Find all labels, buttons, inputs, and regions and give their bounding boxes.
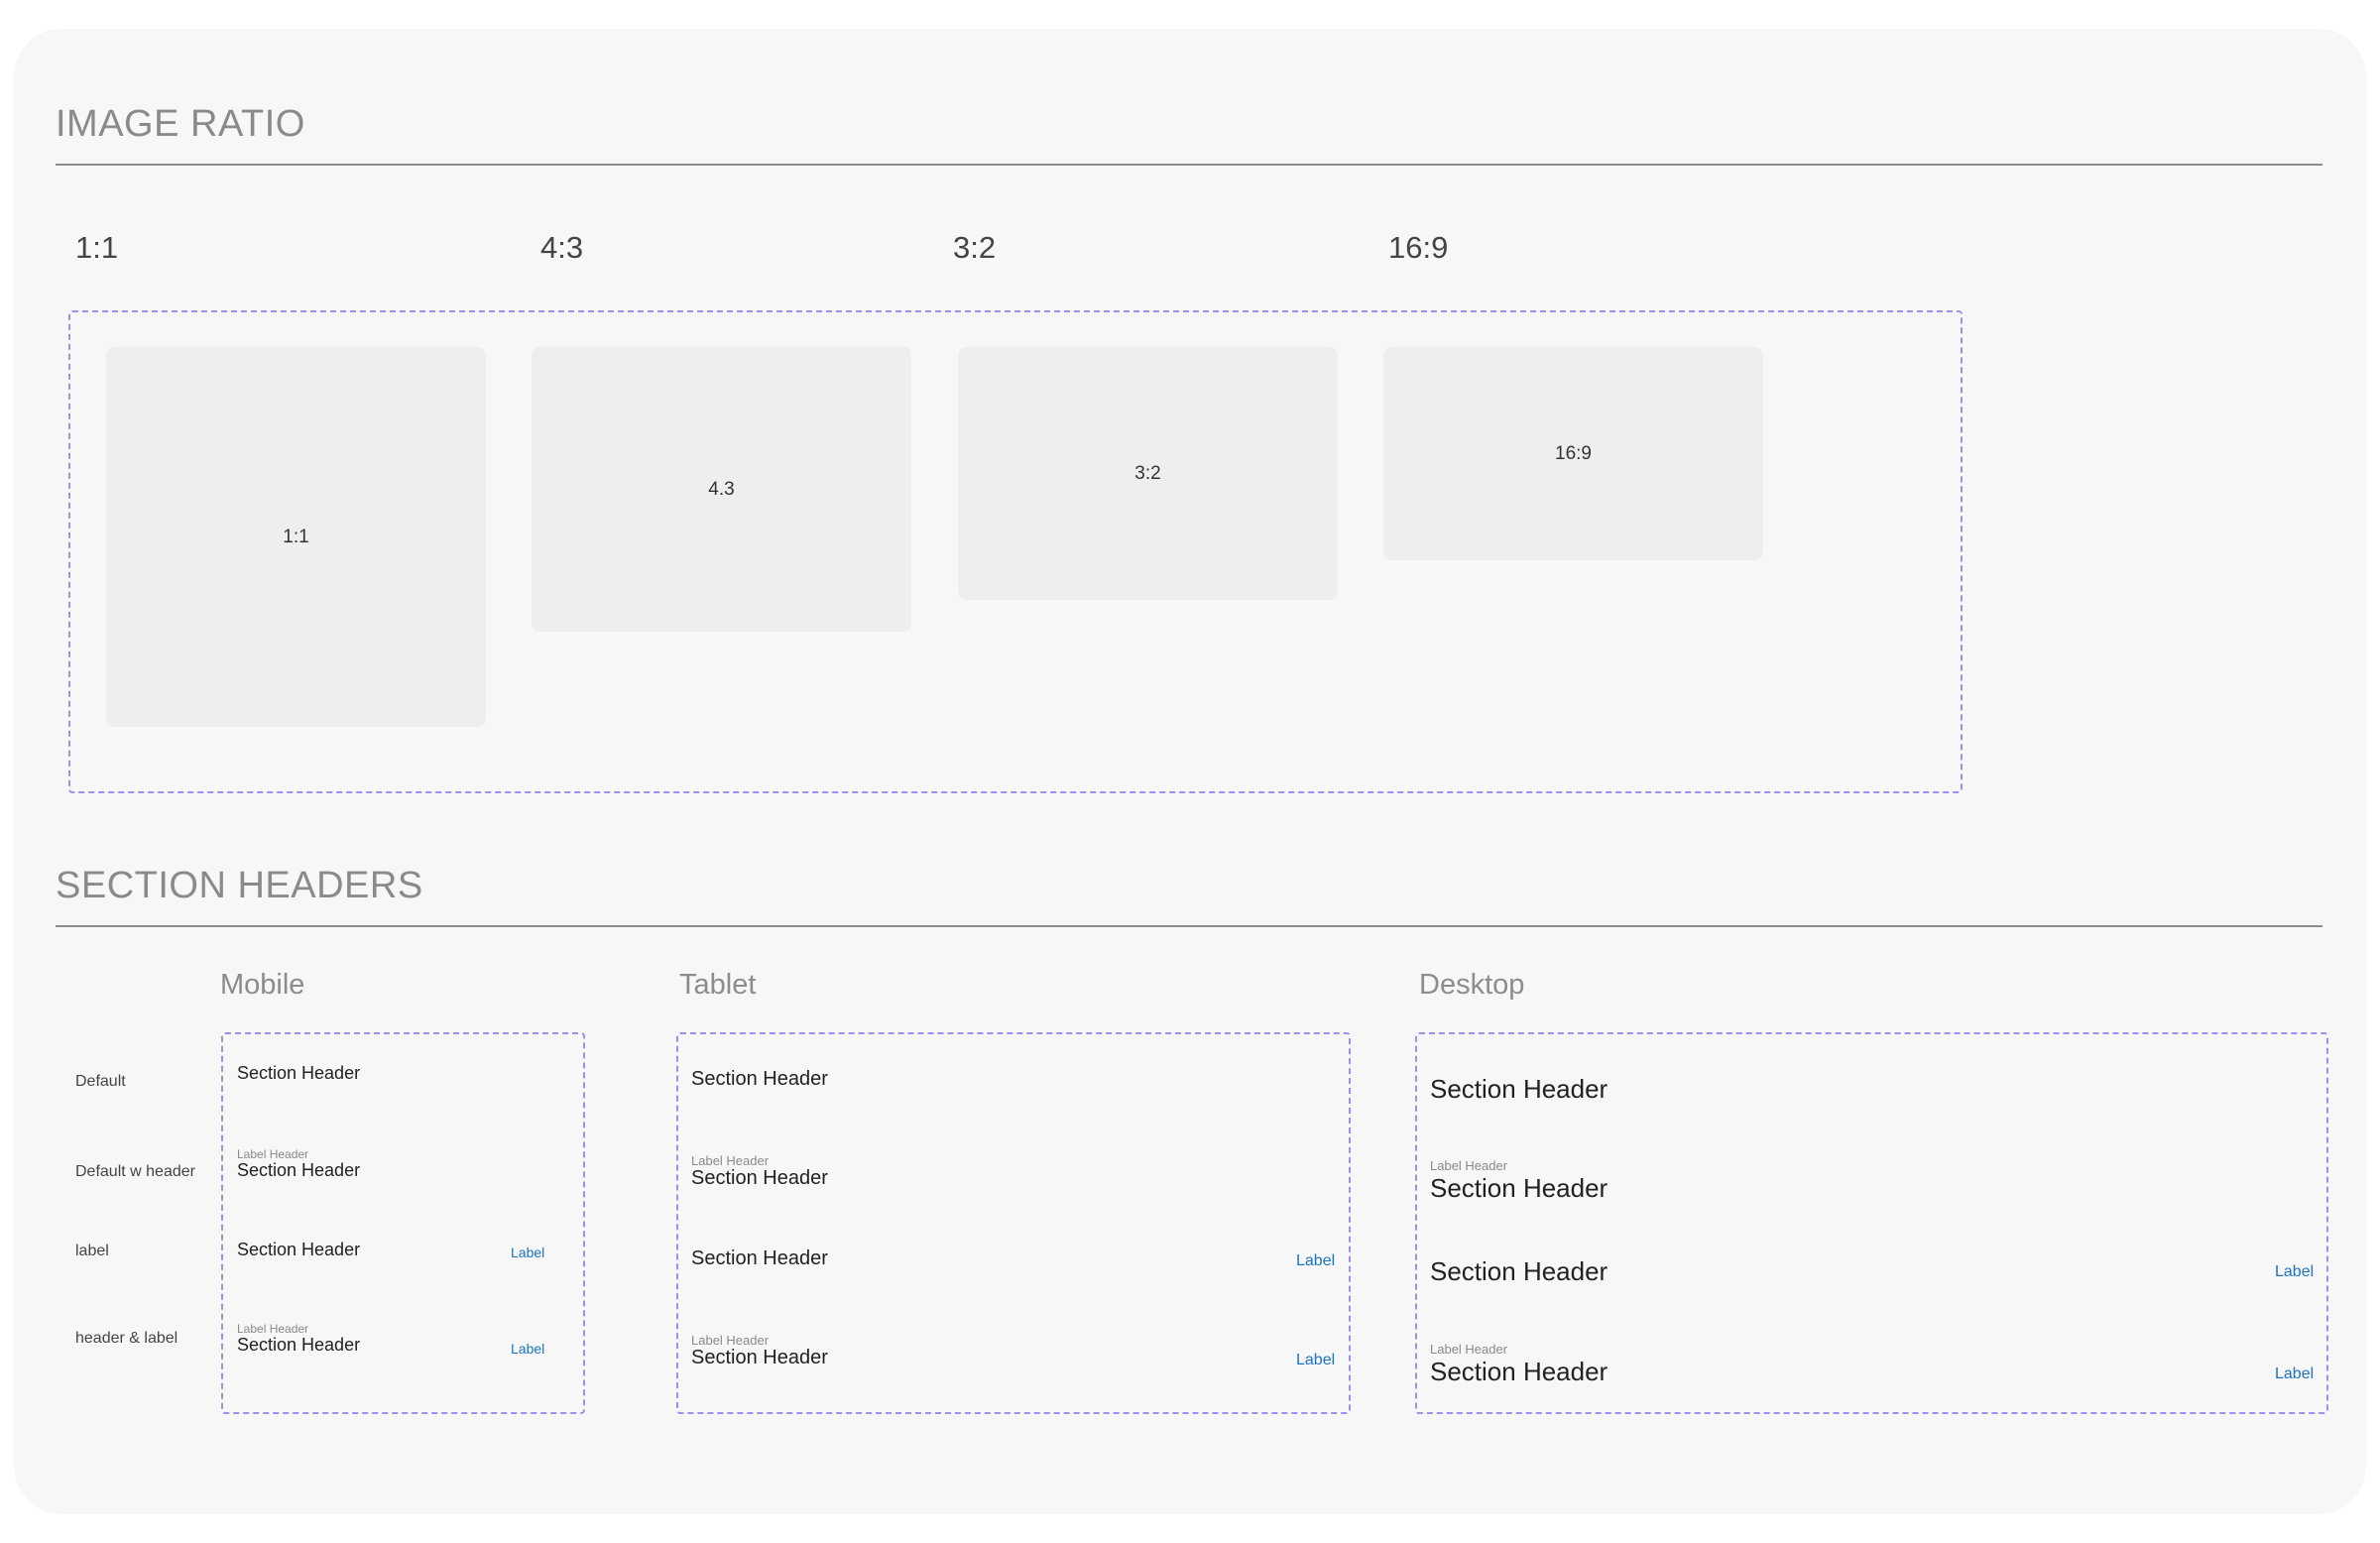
row-label-label: label: [75, 1243, 109, 1259]
ratio-heading-1-1: 1:1: [75, 230, 119, 265]
device-title-desktop: Desktop: [1419, 969, 1525, 1001]
desktop-section-header-label: Section Header: [1430, 1256, 1608, 1286]
desktop-label-link[interactable]: Label: [2275, 1263, 2314, 1281]
tablet-label-link[interactable]: Label: [1296, 1352, 1335, 1369]
tablet-section-header-w-header: Section Header: [691, 1167, 828, 1189]
mobile-label-header: Label Header: [237, 1147, 309, 1161]
image-ratio-title: IMAGE RATIO: [56, 103, 305, 145]
row-label-default-w-header: Default w header: [75, 1163, 195, 1180]
desktop-section-header-default: Section Header: [1430, 1074, 1608, 1104]
ratio-box-3-2[interactable]: 3:2: [958, 347, 1338, 600]
ratio-heading-4-3: 4:3: [540, 230, 584, 265]
mobile-section-header-label: Section Header: [237, 1240, 361, 1259]
row-label-header-and-label: header & label: [75, 1330, 178, 1347]
image-ratio-divider: [56, 164, 2322, 166]
mobile-label-link[interactable]: Label: [511, 1245, 544, 1260]
section-headers-divider: [56, 925, 2322, 927]
mobile-section-header-header-label: Section Header: [237, 1335, 361, 1355]
mobile-label-link[interactable]: Label: [511, 1341, 544, 1357]
ratio-box-1-1[interactable]: 1:1: [106, 347, 486, 727]
ratio-box-label: 16:9: [1555, 442, 1592, 464]
ratio-box-4-3[interactable]: 4.3: [532, 347, 911, 632]
section-headers-title: SECTION HEADERS: [56, 865, 423, 906]
desktop-section-header-header-label: Section Header: [1430, 1357, 1608, 1386]
tablet-label-header: Label Header: [691, 1153, 770, 1168]
tablet-section-header-header-label: Section Header: [691, 1347, 828, 1368]
desktop-label-header: Label Header: [1430, 1158, 1508, 1173]
tablet-section-header-default: Section Header: [691, 1068, 828, 1090]
tablet-label-header: Label Header: [691, 1333, 770, 1348]
ratio-box-16-9[interactable]: 16:9: [1383, 347, 1763, 560]
ratio-heading-3-2: 3:2: [953, 230, 997, 265]
mobile-section-header-w-header: Section Header: [237, 1160, 361, 1180]
mobile-label-header: Label Header: [237, 1322, 309, 1336]
row-label-default: Default: [75, 1073, 126, 1090]
mobile-section-header-default: Section Header: [237, 1063, 361, 1083]
desktop-label-header: Label Header: [1430, 1342, 1508, 1357]
device-title-tablet: Tablet: [679, 969, 757, 1001]
desktop-section-header-w-header: Section Header: [1430, 1173, 1608, 1203]
tablet-label-link[interactable]: Label: [1296, 1252, 1335, 1270]
tablet-section-header-label: Section Header: [691, 1247, 828, 1269]
ratio-box-label: 4.3: [708, 478, 735, 500]
mobile-frame: [221, 1032, 585, 1414]
ratio-heading-16-9: 16:9: [1388, 230, 1449, 265]
desktop-label-link[interactable]: Label: [2275, 1365, 2314, 1383]
ratio-box-label: 3:2: [1134, 462, 1161, 484]
device-title-mobile: Mobile: [220, 969, 305, 1001]
ratio-box-label: 1:1: [283, 526, 309, 547]
